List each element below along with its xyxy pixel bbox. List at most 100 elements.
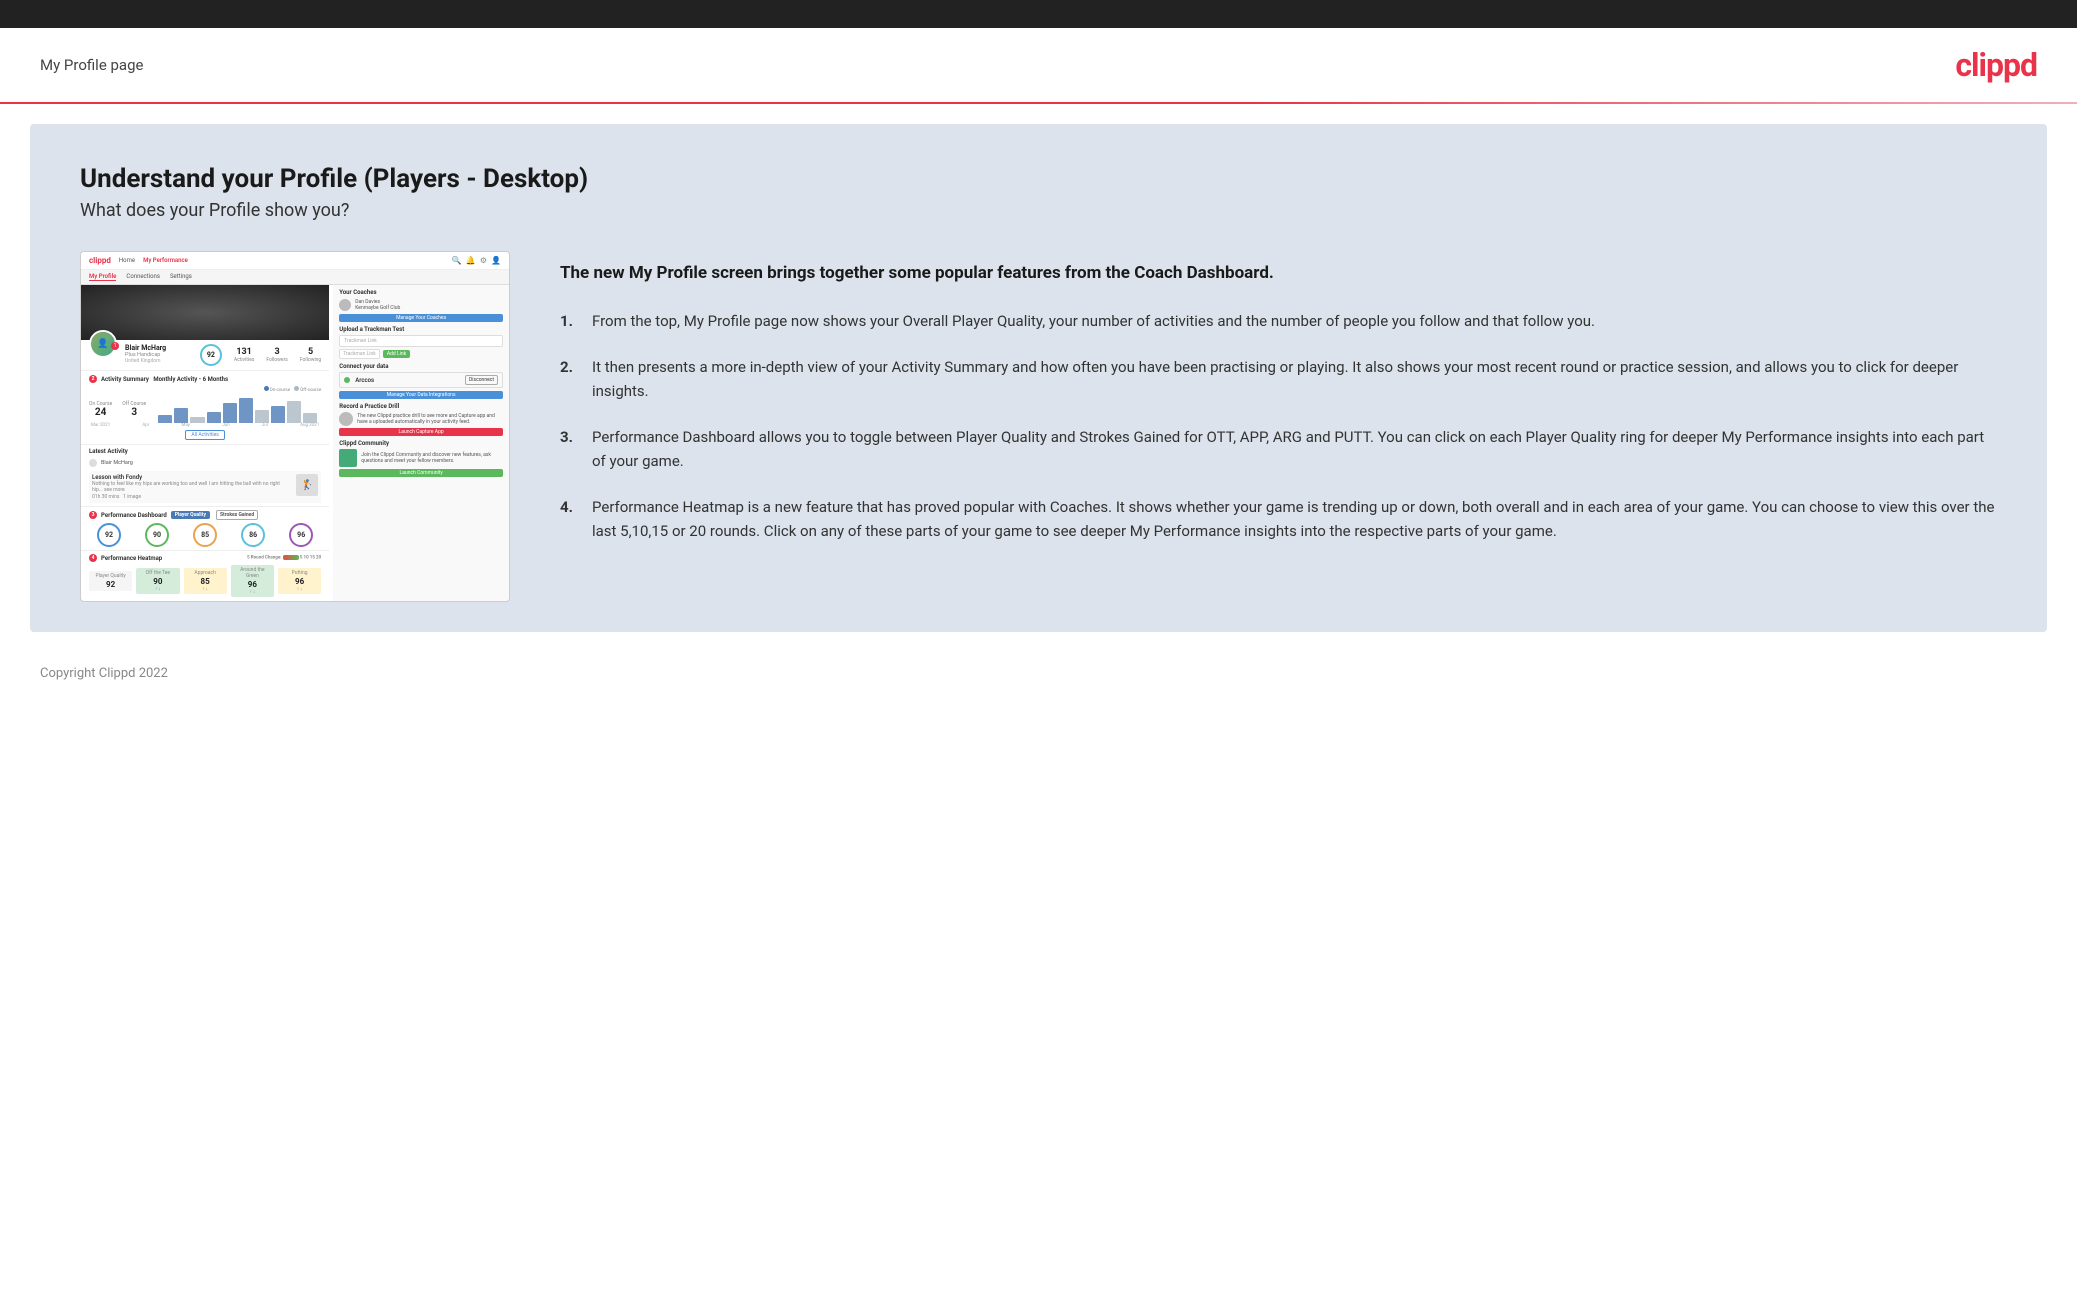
settings-icon: ⚙: [480, 256, 487, 265]
mock-disconnect-btn[interactable]: Disconnect: [465, 375, 498, 385]
mock-activity-section: 2 Activity Summary Monthly Activity - 6 …: [81, 371, 329, 445]
mock-stat-followers: 3 Followers: [266, 347, 288, 363]
mock-heatmap-putt[interactable]: Putting 96 ↑ ↓: [278, 568, 321, 594]
mock-legend-oncourse: On-course: [264, 386, 290, 393]
mock-heatmap-ott-change: ↑ ↓: [139, 586, 176, 592]
top-bar: [0, 0, 2077, 28]
mock-following-label: Following: [300, 357, 321, 363]
mock-manage-integrations-btn[interactable]: Manage Your Data Integrations: [339, 391, 503, 399]
mock-coach-item: Dan Davies Kenmaybe Golf Club: [339, 299, 503, 311]
mock-left-col: 👤 1 Blair McHarg Plus Handicap United Ki…: [81, 285, 329, 601]
mock-heatmap-app-label: Approach: [187, 570, 224, 576]
mock-heatmap-overall[interactable]: Player Quality 92: [89, 571, 132, 591]
mock-coach-btn[interactable]: Manage Your Coaches: [339, 314, 503, 322]
mock-quality-ring: 92: [200, 344, 222, 366]
mock-toggle-player-quality[interactable]: Player Quality: [171, 511, 210, 519]
mock-logo: clippd: [89, 256, 111, 265]
list-item-3: 3. Performance Dashboard allows you to t…: [560, 425, 1997, 473]
mock-on-off-stats: On Course 24 Off Course 3: [89, 401, 146, 418]
mock-community-btn[interactable]: Launch Community: [339, 469, 503, 477]
mock-oncourse-val: 24: [89, 407, 112, 418]
footer: Copyright Clippd 2022: [0, 652, 2077, 695]
mock-profile-info: Blair McHarg Plus Handicap United Kingdo…: [125, 344, 192, 364]
mock-community-text: Join the Clippd Community and discover n…: [361, 452, 503, 464]
mock-heatmap-row: Player Quality 92 Off the Tee 90 ↑ ↓ App…: [89, 565, 321, 597]
mock-add-link-btn[interactable]: Add Link: [383, 350, 410, 358]
mock-drill-title: Record a Practice Drill: [339, 403, 503, 410]
mock-lesson-image: 🏌: [296, 474, 318, 496]
mock-profile-location: United Kingdom: [125, 358, 192, 364]
mock-activities-val: 131: [234, 347, 254, 357]
mock-activity-num: 2: [89, 375, 97, 383]
mock-perf-num: 3: [89, 511, 97, 519]
bar-1: [158, 415, 172, 423]
mock-time-labels: Mar 2021 Apr May Jun Jul Aug 2021: [89, 423, 321, 428]
mock-drill: Record a Practice Drill The new Clippd p…: [339, 403, 503, 436]
mock-ring-arg[interactable]: 86: [241, 523, 265, 547]
mock-arccos-label: Arccos: [355, 377, 374, 384]
mock-subnav-myprofile: My Profile: [89, 273, 116, 281]
bar-3: [190, 417, 204, 423]
mock-heatmap-arg-change: ↑ ↓: [234, 589, 271, 595]
mock-ring-app[interactable]: 85: [193, 523, 217, 547]
mock-coach-info: Dan Davies Kenmaybe Golf Club: [355, 299, 400, 311]
mock-activity-label: Activity Summary Monthly Activity - 6 Mo…: [101, 376, 228, 383]
mock-all-activities-btn[interactable]: All Activities: [185, 430, 224, 440]
mock-drill-btn[interactable]: Launch Capture App: [339, 428, 503, 436]
avatar-icon: 👤: [491, 256, 501, 265]
mock-legend-offcourse: Off-course: [294, 386, 321, 393]
mock-latest-icon: [89, 459, 97, 467]
list-text-3: Performance Dashboard allows you to togg…: [592, 425, 1997, 473]
mock-lesson-row: Lesson with Fondy Nothing to feel like m…: [89, 471, 321, 503]
mock-ring-putt[interactable]: 96: [289, 523, 313, 547]
mock-heatmap-rounds: 5 Round Change: 5 10 15 20: [247, 555, 321, 561]
bar-4: [207, 412, 221, 423]
mock-heatmap-app[interactable]: Approach 85 ↑ ↓: [184, 568, 227, 594]
mock-latest-item: Blair McHarg: [89, 457, 321, 469]
mock-coaches: Your Coaches Dan Davies Kenmaybe Golf Cl…: [339, 289, 503, 322]
bar-6: [239, 398, 253, 423]
mock-trackman-input[interactable]: Trackman Link: [339, 335, 503, 347]
mock-heatmap-ott-label: Off the Tee: [139, 570, 176, 576]
mock-following-val: 5: [300, 347, 321, 357]
mock-lesson-meta: 01h 30 mins 1 image: [92, 494, 290, 500]
mock-trackman-small-input[interactable]: Trackman Link: [339, 349, 380, 359]
mock-stats: 92 131 Activities 3 Followers: [200, 344, 321, 366]
mock-toggle-strokes-gained[interactable]: Strokes Gained: [216, 510, 258, 520]
mock-heatmap-putt-change: ↑ ↓: [281, 586, 318, 592]
mock-nav-items: Home My Performance: [119, 257, 188, 264]
mock-heatmap-arg[interactable]: Around the Green 96 ↑ ↓: [231, 565, 274, 597]
mock-ring-overall[interactable]: 92: [97, 523, 121, 547]
mock-trackman-title: Upload a Trackman Test: [339, 326, 503, 333]
mock-perf-rings: 92 90 85 86 96: [89, 523, 321, 547]
mock-heatmap-ott[interactable]: Off the Tee 90 ↑ ↓: [136, 568, 179, 594]
mock-hero-bg: [81, 285, 329, 340]
mock-oncourse-label: On Course: [89, 401, 112, 407]
search-icon: 🔍: [452, 256, 462, 265]
on-course-dot: [264, 386, 269, 391]
bar-2: [174, 408, 188, 423]
mock-followers-label: Followers: [266, 357, 288, 363]
mockup-screenshot: clippd Home My Performance 🔍 🔔 ⚙ 👤 My Pr…: [80, 251, 510, 602]
arccos-status-dot: [344, 377, 350, 383]
mock-performance-dashboard: 3 Performance Dashboard Player Quality S…: [81, 507, 329, 551]
mock-quality-val: 92: [207, 351, 215, 359]
header: My Profile page clippd: [0, 28, 2077, 102]
time-label-4: Jun: [222, 423, 229, 428]
mock-latest-title: Latest Activity: [89, 448, 321, 455]
list-text-2: It then presents a more in-depth view of…: [592, 355, 1997, 403]
mock-coaches-title: Your Coaches: [339, 289, 503, 296]
list-num-4: 4.: [560, 495, 580, 543]
list-item-1: 1. From the top, My Profile page now sho…: [560, 309, 1997, 333]
mock-drill-text: The new Clippd practice drill to see mor…: [357, 413, 503, 425]
mock-coach-avatar: [339, 299, 351, 311]
mock-trackman: Upload a Trackman Test Trackman Link Tra…: [339, 326, 503, 359]
mock-profile-name: Blair McHarg: [125, 344, 192, 352]
list-text-1: From the top, My Profile page now shows …: [592, 309, 1595, 333]
mock-ring-ott[interactable]: 90: [145, 523, 169, 547]
mock-heatmap-putt-val: 96: [281, 577, 318, 586]
bar-8: [271, 406, 285, 423]
off-course-dot: [294, 386, 299, 391]
bar-7: [255, 410, 269, 423]
right-intro: The new My Profile screen brings togethe…: [560, 261, 1997, 287]
